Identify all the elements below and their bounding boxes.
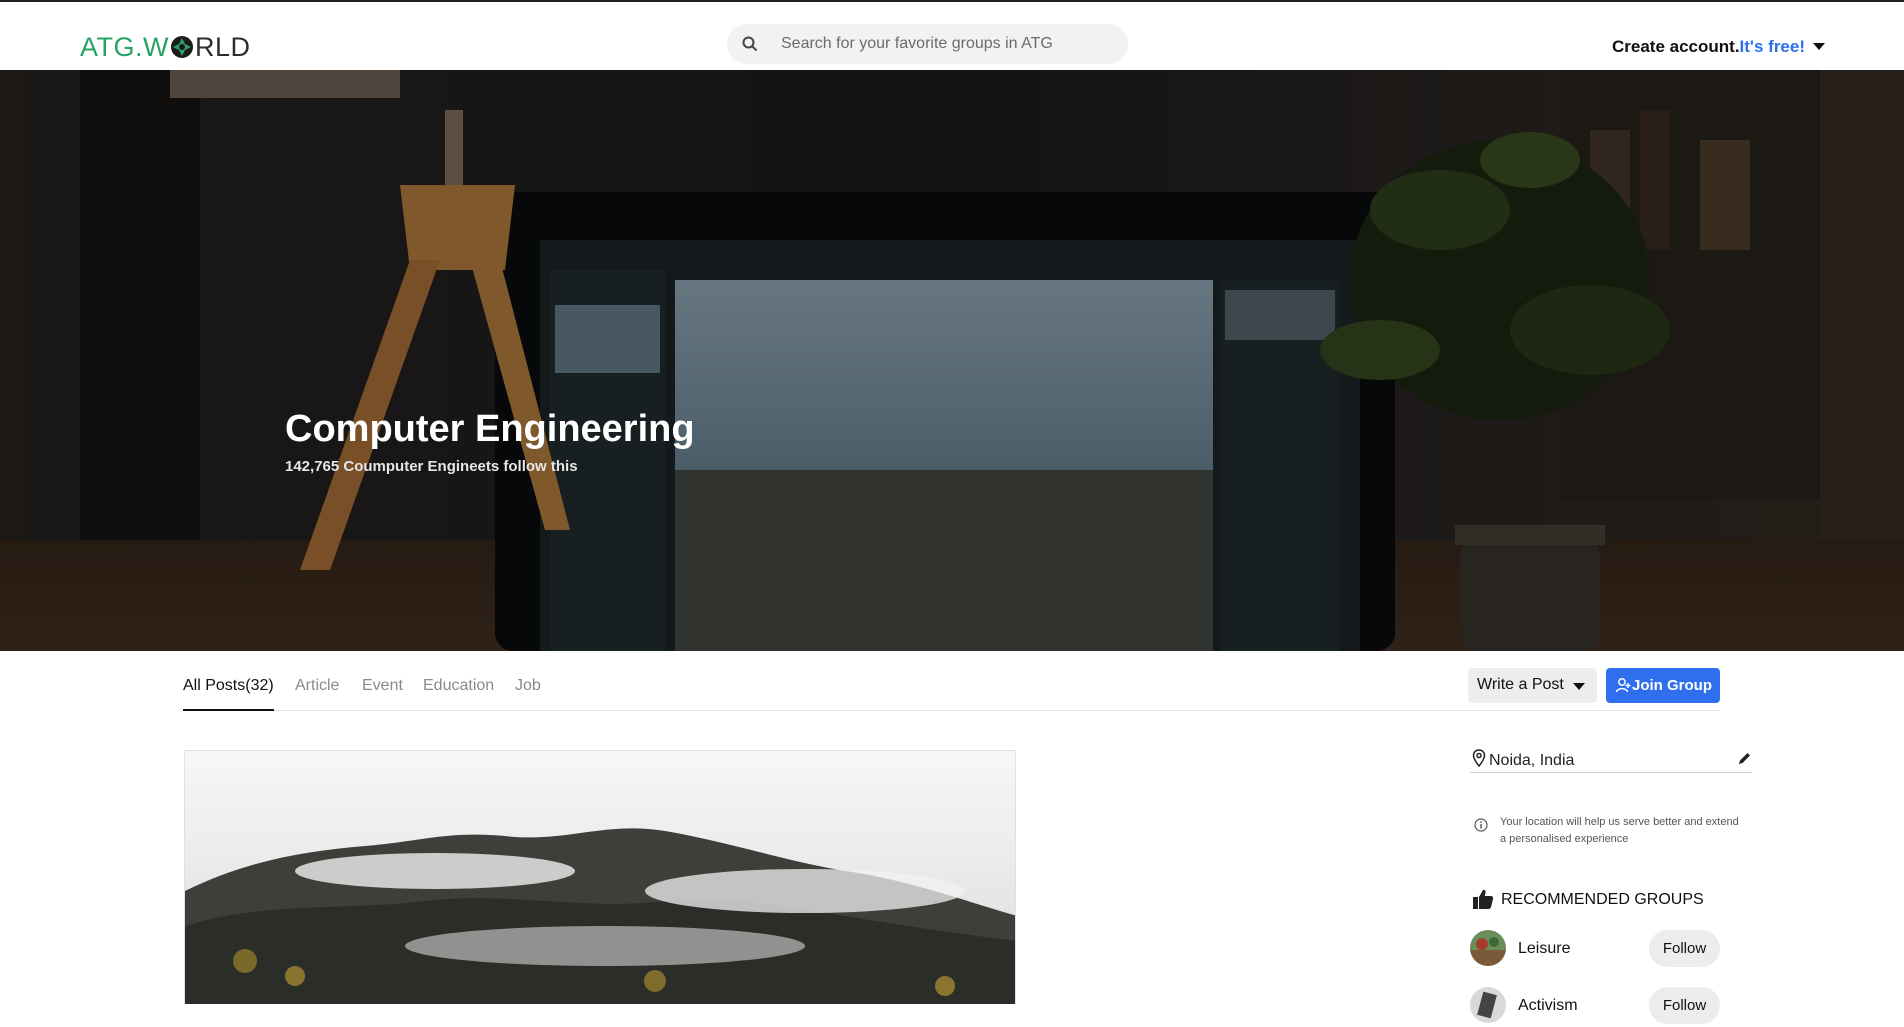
tab-job[interactable]: Job bbox=[515, 677, 541, 695]
tab-article[interactable]: Article bbox=[295, 677, 339, 695]
tab-education[interactable]: Education bbox=[423, 677, 494, 695]
logo-text-suffix: RLD bbox=[194, 32, 251, 62]
atg-logo[interactable]: ATG.W RLD bbox=[80, 32, 251, 63]
tab-all-posts[interactable]: All Posts(32) bbox=[183, 677, 274, 711]
info-icon bbox=[1474, 818, 1488, 832]
join-group-label: Join Group bbox=[1632, 677, 1712, 694]
caret-down-icon bbox=[1813, 43, 1825, 50]
post-cover-image bbox=[185, 751, 1015, 1004]
location-field[interactable]: Noida, India bbox=[1470, 747, 1752, 773]
location-pin-icon bbox=[1472, 749, 1486, 767]
group-avatar bbox=[1470, 987, 1506, 1023]
top-navbar: ATG.W RLD Create account.It's free! bbox=[0, 0, 1904, 70]
recommended-groups-title: RECOMMENDED GROUPS bbox=[1501, 891, 1704, 908]
group-cover-banner: Computer Engineering 142,765 Coumputer E… bbox=[0, 70, 1904, 651]
pencil-icon[interactable] bbox=[1737, 751, 1752, 766]
search-bar[interactable] bbox=[727, 24, 1128, 64]
group-name: Activism bbox=[1518, 997, 1578, 1014]
search-icon bbox=[742, 36, 758, 52]
globe-icon bbox=[170, 36, 193, 58]
add-user-icon bbox=[1615, 678, 1631, 693]
logo-text-prefix: ATG.W bbox=[80, 32, 169, 62]
location-info-text: Your location will help us serve better … bbox=[1500, 816, 1739, 845]
tab-event[interactable]: Event bbox=[362, 677, 403, 695]
join-group-button[interactable]: Join Group bbox=[1606, 668, 1720, 703]
group-name: Leisure bbox=[1518, 940, 1571, 957]
create-account-dropdown[interactable]: Create account.It's free! bbox=[1612, 37, 1825, 57]
recommended-group-item[interactable]: Activism Follow bbox=[1470, 987, 1752, 1027]
write-a-post-label: Write a Post bbox=[1477, 676, 1564, 693]
caret-down-icon bbox=[1573, 683, 1585, 690]
location-value: Noida, India bbox=[1489, 752, 1575, 769]
create-account-label: Create account. bbox=[1612, 37, 1740, 56]
thumbs-up-icon bbox=[1473, 889, 1494, 909]
follow-button[interactable]: Follow bbox=[1649, 987, 1720, 1024]
group-avatar bbox=[1470, 930, 1506, 966]
post-card[interactable] bbox=[184, 750, 1016, 1004]
group-follower-count: 142,765 Coumputer Engineets follow this bbox=[285, 458, 578, 475]
recommended-group-item[interactable]: Leisure Follow bbox=[1470, 930, 1752, 970]
follow-button[interactable]: Follow bbox=[1649, 930, 1720, 967]
search-input[interactable] bbox=[781, 24, 1111, 64]
write-a-post-button[interactable]: Write a Post bbox=[1468, 668, 1597, 703]
group-title: Computer Engineering bbox=[285, 408, 695, 450]
cover-overlay bbox=[0, 70, 1904, 651]
its-free-label: It's free! bbox=[1739, 37, 1805, 56]
